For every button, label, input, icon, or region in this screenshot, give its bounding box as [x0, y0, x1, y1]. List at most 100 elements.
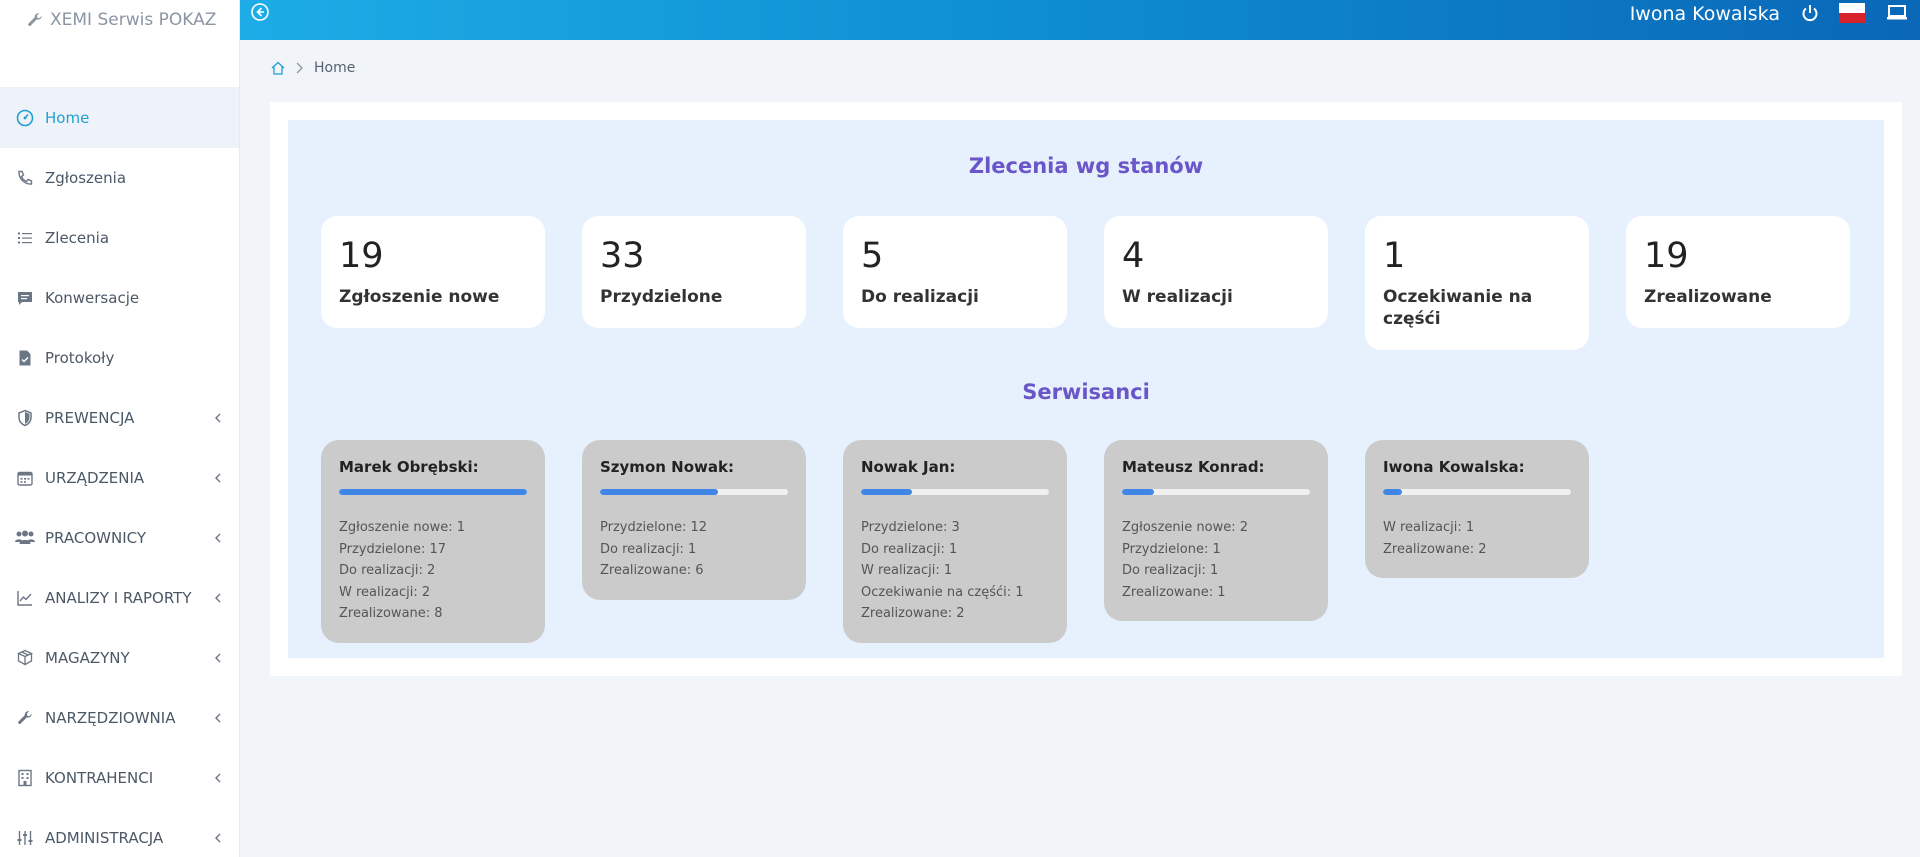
technician-stats: Przydzielone: 3 Do realizacji: 1 W realiza… [861, 517, 1049, 625]
dashboard-inner: Zlecenia wg stanów 19 Zgłoszenie nowe 33 Pr… [288, 120, 1884, 658]
sidebar-item-analizy-i-raporty[interactable]: ANALIZY I RAPORTY [0, 568, 239, 628]
user-name[interactable]: Iwona Kowalska [1630, 2, 1780, 26]
sidebar-item-administracja[interactable]: ADMINISTRACJA [0, 808, 239, 857]
sidebar-item-prewencja[interactable]: PREWENCJA [0, 388, 239, 448]
stat-value: 19 [339, 236, 384, 276]
sidebar-item-label: KONTRAHENCI [45, 769, 154, 787]
sidebar-item-label: Zgłoszenia [45, 169, 127, 187]
technician-stat-line: Zrealizowane: 6 [600, 563, 704, 578]
screen-icon[interactable] [1886, 3, 1908, 23]
sliders-icon [14, 827, 36, 849]
flag-poland-icon[interactable] [1839, 3, 1865, 23]
calendar-icon [14, 467, 36, 489]
technician-card: Marek Obrębski: Zgłoszenie nowe: 1 Przydzi… [321, 440, 545, 643]
collapse-icon[interactable] [250, 2, 270, 22]
technician-stat-line: Zgłoszenie nowe: 2 [1122, 520, 1248, 535]
chevron-left-icon [213, 652, 223, 664]
chevron-left-icon [213, 772, 223, 784]
technicians-section-title: Serwisanci [1022, 380, 1150, 404]
stat-label: Do realizacji [861, 287, 979, 307]
users-icon [14, 527, 36, 549]
sidebar-item-pracownicy[interactable]: PRACOWNICY [0, 508, 239, 568]
chevron-left-icon [213, 532, 223, 544]
sidebar-item-label: ANALIZY I RAPORTY [45, 589, 192, 607]
brand-title: XEMI Serwis POKAZ [50, 10, 217, 30]
technician-stat-line: W realizacji: 1 [861, 563, 953, 578]
sidebar-item-zgloszenia[interactable]: Zgłoszenia [0, 148, 239, 208]
progress-bar [1383, 489, 1571, 495]
chevron-left-icon [213, 472, 223, 484]
sidebar-item-kontrahenci[interactable]: KONTRAHENCI [0, 748, 239, 808]
technician-stat-line: Zgłoszenie nowe: 1 [339, 520, 465, 535]
technician-name: Marek Obrębski: [339, 458, 479, 476]
technician-name: Iwona Kowalska: [1383, 458, 1525, 476]
technician-card: Nowak Jan: Przydzielone: 3 Do realizacji: … [843, 440, 1067, 643]
progress-bar-fill [861, 489, 912, 495]
stat-card[interactable]: 5 Do realizacji [843, 216, 1067, 328]
stat-label: Oczekiwanie na częśći [1383, 287, 1533, 329]
stat-value: 4 [1122, 236, 1145, 276]
orders-section-title: Zlecenia wg stanów [968, 154, 1204, 178]
technician-stats: Zgłoszenie nowe: 1 Przydzielone: 17 Do rea… [339, 517, 527, 625]
breadcrumb-current: Home [314, 60, 356, 76]
home-icon[interactable] [270, 60, 286, 76]
stat-value: 1 [1383, 236, 1406, 276]
sidebar: XEMI Serwis POKAZ Home Zgłoszenia Zlecenia… [0, 0, 240, 857]
sidebar-item-label: URZĄDZENIA [45, 469, 145, 487]
progress-bar [600, 489, 788, 495]
wrench-icon [26, 11, 44, 29]
technician-name: Szymon Nowak: [600, 458, 734, 476]
stat-card[interactable]: 19 Zrealizowane [1626, 216, 1850, 328]
technician-stat-line: Przydzielone: 12 [600, 520, 708, 535]
technician-stat-line: Do realizacji: 1 [600, 541, 697, 557]
chevron-left-icon [213, 592, 223, 604]
sidebar-item-urzadzenia[interactable]: URZĄDZENIA [0, 448, 239, 508]
progress-bar [339, 489, 527, 495]
progress-bar-fill [339, 489, 527, 495]
technician-name: Nowak Jan: [861, 458, 956, 476]
stat-card[interactable]: 33 Przydzielone [582, 216, 806, 328]
sidebar-item-label: PRACOWNICY [45, 529, 146, 547]
technician-stat-line: W realizacji: 2 [339, 584, 431, 600]
technician-stat-line: Zrealizowane: 2 [861, 606, 965, 621]
sidebar-item-magazyny[interactable]: MAGAZYNY [0, 628, 239, 688]
stat-label: Przydzielone [600, 287, 723, 307]
technician-stats: W realizacji: 1 Zrealizowane: 2 [1383, 517, 1571, 560]
sidebar-item-label: Home [45, 109, 90, 127]
stat-value: 33 [600, 236, 645, 276]
technician-card: Szymon Nowak: Przydzielone: 12 Do realizac… [582, 440, 806, 600]
sidebar-item-label: MAGAZYNY [45, 649, 130, 667]
technician-name: Mateusz Konrad: [1122, 458, 1265, 476]
chevron-left-icon [213, 712, 223, 724]
sidebar-item-label: NARZĘDZIOWNIA [45, 709, 176, 727]
progress-bar [1122, 489, 1310, 495]
technician-stat-line: Do realizacji: 1 [1122, 563, 1219, 578]
wrench-icon [14, 707, 36, 729]
technician-stat-line: Do realizacji: 1 [861, 541, 958, 557]
stat-card[interactable]: 4 W realizacji [1104, 216, 1328, 328]
sidebar-spacer [0, 40, 239, 88]
dashboard-panel: Zlecenia wg stanów 19 Zgłoszenie nowe 33 Pr… [270, 102, 1902, 676]
sidebar-item-home[interactable]: Home [0, 88, 239, 148]
sidebar-item-label: Zlecenia [45, 229, 110, 247]
technician-card: Iwona Kowalska: W realizacji: 1 Zrealizowa… [1365, 440, 1589, 578]
stat-label: Zrealizowane [1644, 287, 1772, 307]
chevron-left-icon [213, 832, 223, 844]
sidebar-item-protokoly[interactable]: Protokoły [0, 328, 239, 388]
technician-stat-line: Do realizacji: 2 [339, 563, 436, 578]
sidebar-item-narzedziownia[interactable]: NARZĘDZIOWNIA [0, 688, 239, 748]
stat-card[interactable]: 19 Zgłoszenie nowe [321, 216, 545, 328]
technician-stats: Zgłoszenie nowe: 2 Przydzielone: 1 Do real… [1122, 517, 1310, 603]
progress-bar [861, 489, 1049, 495]
building-icon [14, 767, 36, 789]
power-icon[interactable] [1800, 3, 1820, 23]
breadcrumb: Home [270, 60, 355, 76]
sidebar-item-konwersacje[interactable]: Konwersacje [0, 268, 239, 328]
technician-stat-line: W realizacji: 1 [1383, 520, 1475, 535]
technician-stat-line: Oczekiwanie na częśći: 1 [861, 584, 1024, 600]
stat-card[interactable]: 1 Oczekiwanie na częśći [1365, 216, 1589, 350]
boxes-icon [14, 647, 36, 669]
top-bar: Iwona Kowalska [240, 0, 1920, 40]
sidebar-item-zlecenia[interactable]: Zlecenia [0, 208, 239, 268]
brand[interactable]: XEMI Serwis POKAZ [0, 0, 239, 40]
